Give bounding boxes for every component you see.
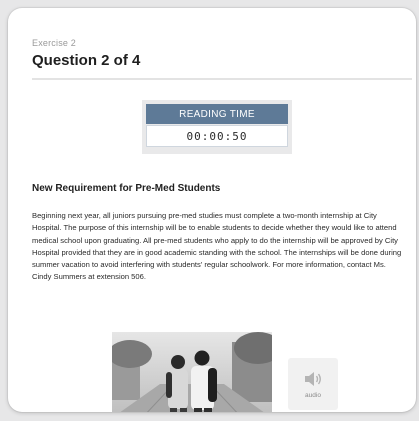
audio-label: audio: [305, 391, 321, 399]
question-card: Exercise 2 Question 2 of 4 READING TIME …: [8, 8, 416, 412]
timer-label: READING TIME: [146, 104, 288, 124]
students-photo: [112, 332, 272, 412]
exercise-label: Exercise 2: [32, 38, 77, 48]
passage-text: Beginning next year, all juniors pursuin…: [32, 211, 402, 282]
reading-timer: READING TIME 00:00:50: [142, 100, 292, 154]
audio-button[interactable]: audio: [288, 358, 338, 410]
timer-value: 00:00:50: [146, 125, 288, 147]
title-divider: [32, 78, 412, 80]
students-photo-image: [112, 332, 272, 412]
speaker-icon: [305, 371, 321, 386]
page-title: Question 2 of 4: [32, 52, 141, 69]
passage-heading: New Requirement for Pre-Med Students: [32, 183, 221, 194]
